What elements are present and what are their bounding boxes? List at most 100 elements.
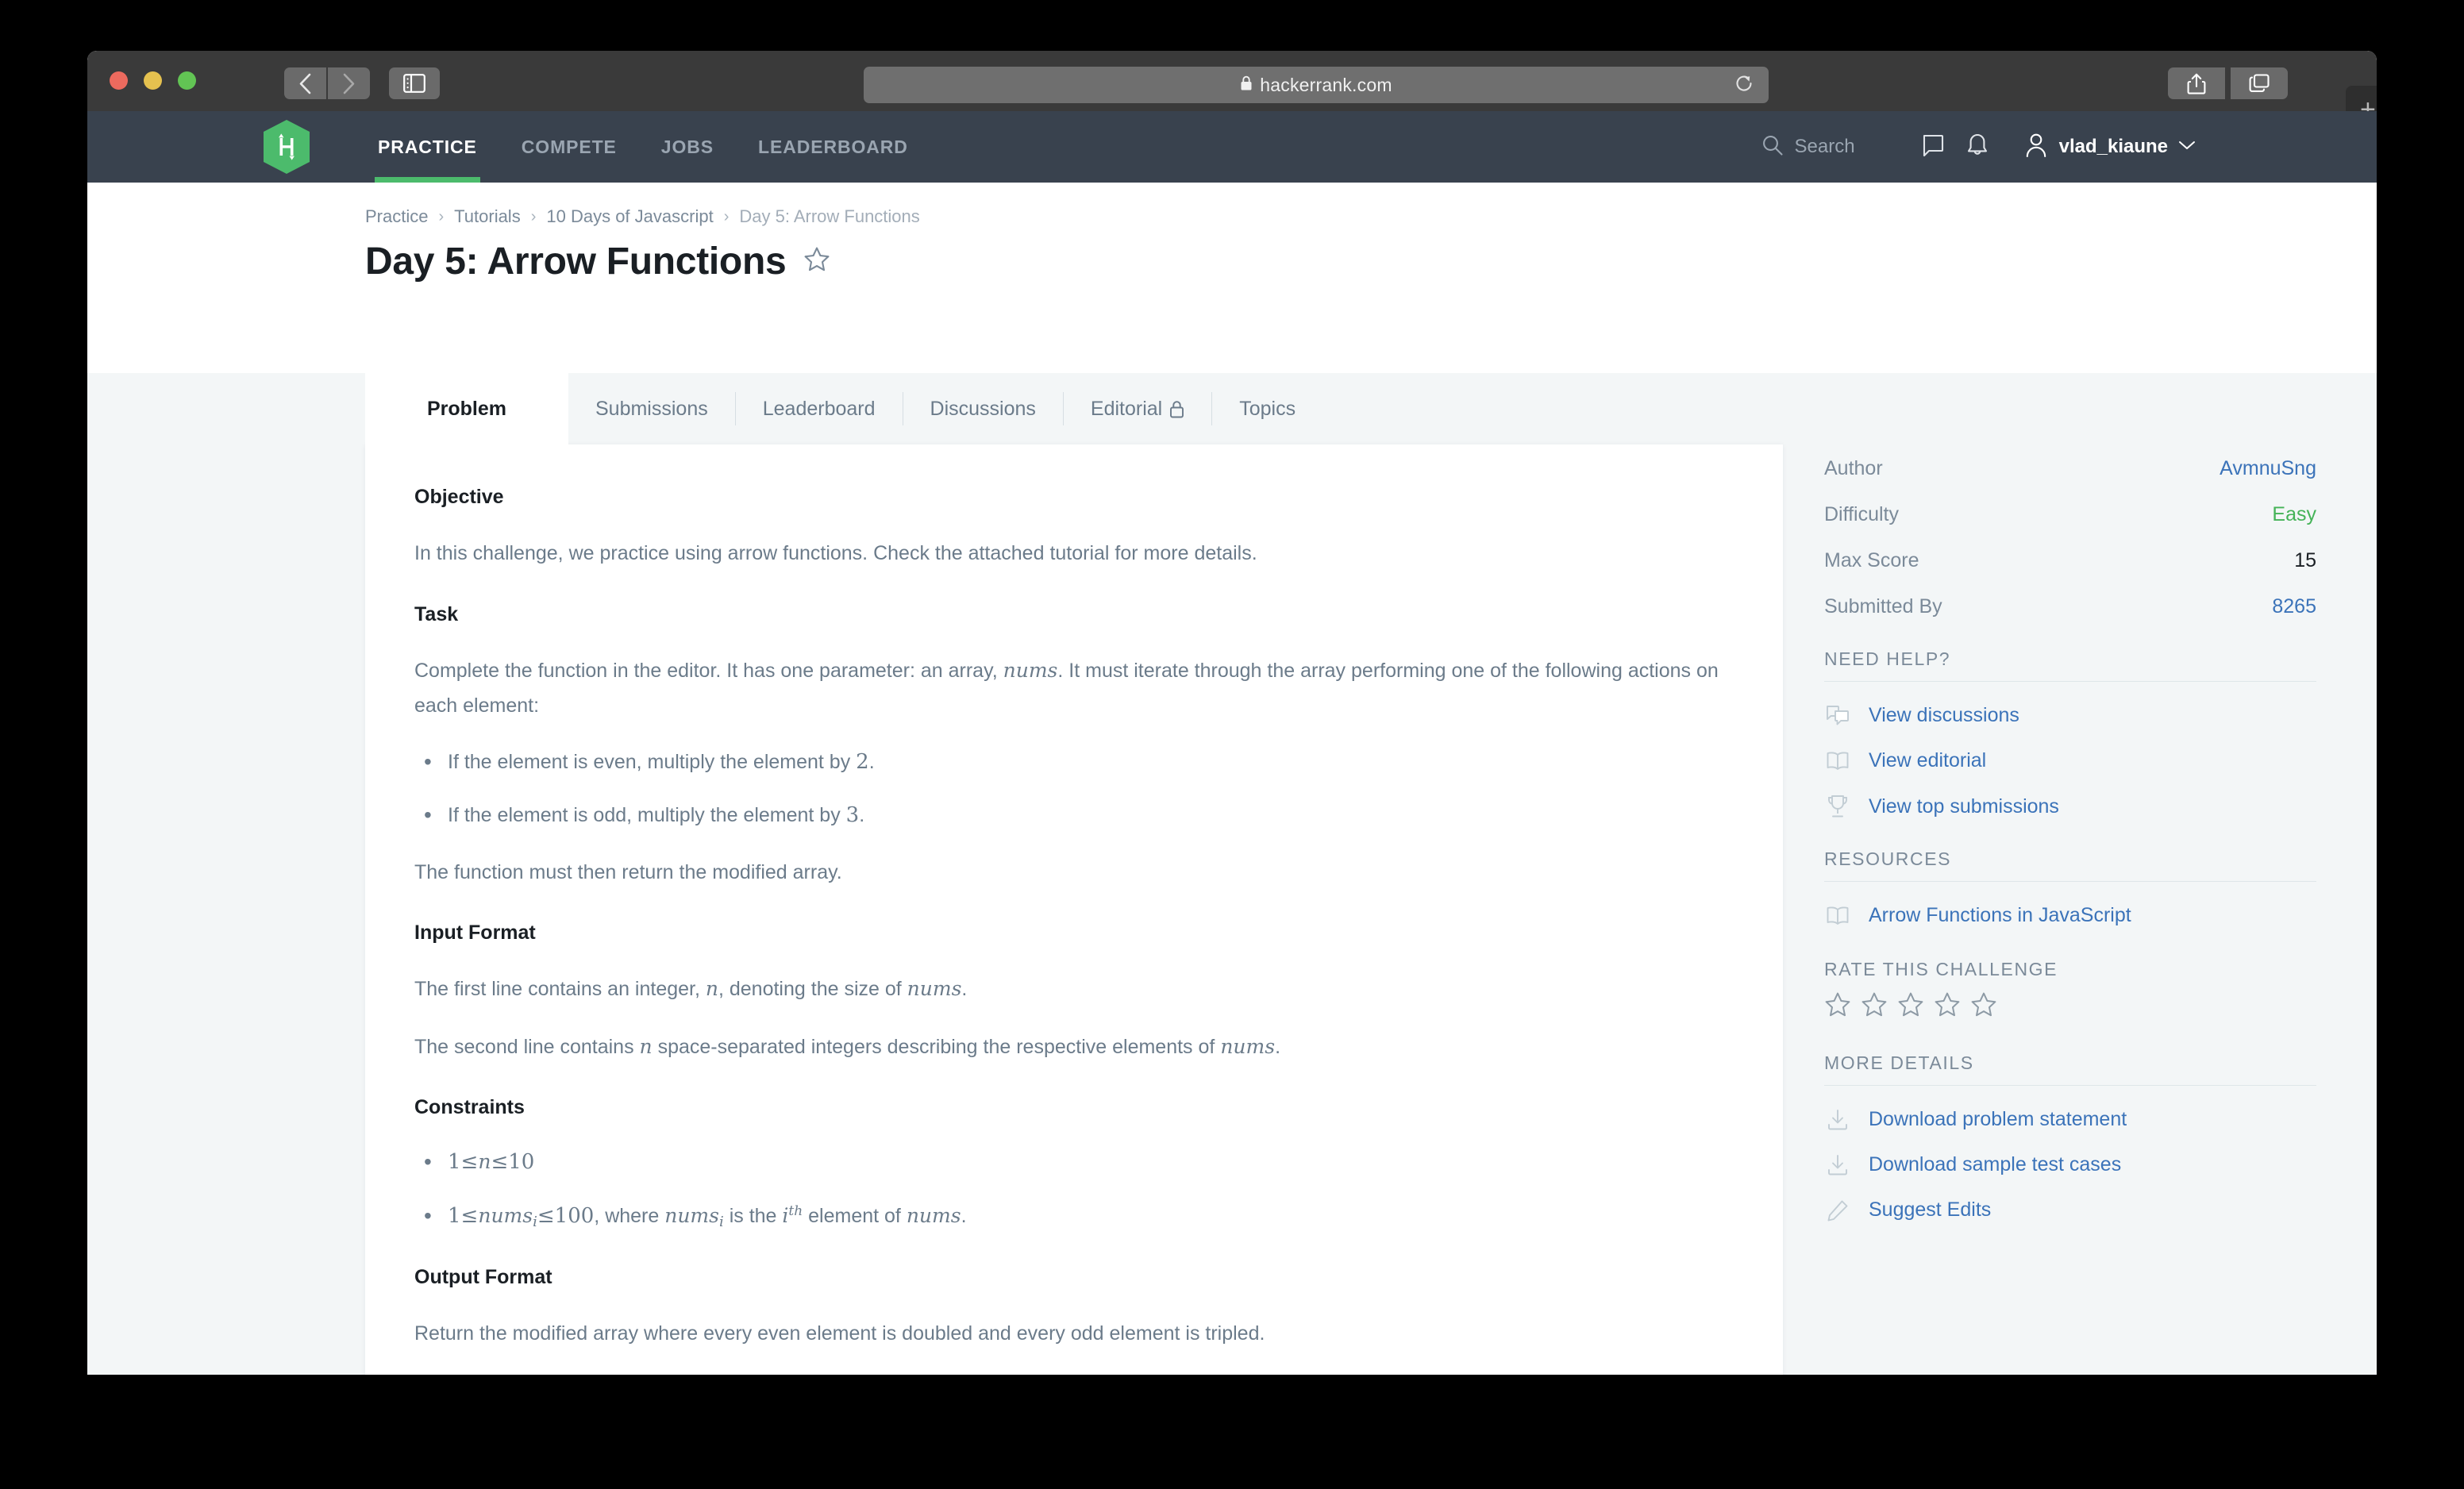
c2-tail-d: . — [961, 1204, 967, 1227]
discussions-icon — [1824, 705, 1851, 727]
c2-tail-b: is the — [723, 1204, 783, 1227]
tab-leaderboard-label: Leaderboard — [762, 397, 876, 420]
input-1-var-n: n — [705, 977, 718, 1001]
nav-link-jobs[interactable]: JOBS — [639, 111, 736, 183]
c2-le2: ≤ — [537, 1203, 555, 1228]
c2-le1: ≤ — [460, 1203, 479, 1228]
input-line-2: The second line contains n space-separat… — [414, 1029, 1734, 1065]
c1-low: 1 — [448, 1150, 461, 1175]
window-controls — [110, 71, 196, 90]
link-view-discussions-label: View discussions — [1869, 704, 2019, 726]
tab-problem[interactable]: Problem — [365, 373, 568, 444]
messages-button[interactable] — [1911, 125, 1955, 169]
output-format-heading: Output Format — [414, 1265, 552, 1288]
input-2-b: space-separated integers describing the … — [652, 1035, 1221, 1058]
rating-star-3[interactable] — [1897, 991, 1924, 1022]
back-button[interactable] — [284, 67, 326, 99]
link-view-top-submissions-label: View top submissions — [1869, 795, 2059, 818]
hackerrank-logo[interactable] — [264, 120, 310, 174]
rate-this-challenge-heading: RATE THIS CHALLENGE — [1824, 959, 2058, 979]
rating-star-5[interactable] — [1970, 991, 1997, 1022]
link-download-sample-test-cases-label: Download sample test cases — [1869, 1153, 2122, 1175]
tab-editorial-label: Editorial — [1090, 397, 1163, 420]
more-details-heading: MORE DETAILS — [1824, 1052, 2316, 1086]
address-bar[interactable]: hackerrank.com — [864, 67, 1769, 103]
link-download-problem-statement[interactable]: Download problem statement — [1824, 1108, 2316, 1131]
sidebar-toggle-icon — [403, 74, 425, 93]
show-tab-overview-button[interactable] — [2231, 67, 2288, 99]
constraints-list: 1≤n≤10 1≤numsi≤100, where numsi is the i… — [414, 1145, 1734, 1233]
forward-button[interactable] — [328, 67, 370, 99]
search-input[interactable]: Search — [1761, 134, 1855, 160]
share-icon — [2187, 73, 2206, 94]
rating-star-1[interactable] — [1824, 991, 1851, 1022]
book-icon — [1824, 906, 1851, 926]
user-menu[interactable]: vlad_kiaune — [2023, 132, 2196, 163]
c2-tail-c: element of — [803, 1204, 907, 1227]
search-icon — [1761, 134, 1784, 160]
breadcrumb-item-practice[interactable]: Practice — [365, 206, 428, 227]
meta-value-author[interactable]: AvmnuSng — [2220, 457, 2316, 480]
link-view-editorial[interactable]: View editorial — [1824, 749, 2316, 772]
minimize-window-button[interactable] — [144, 71, 162, 90]
output-format-paragraph: Return the modified array where every ev… — [414, 1322, 1265, 1345]
objective-paragraph: In this challenge, we practice using arr… — [414, 542, 1257, 564]
chevron-down-icon — [2178, 140, 2196, 155]
link-download-sample-test-cases[interactable]: Download sample test cases — [1824, 1153, 2316, 1176]
tab-discussions[interactable]: Discussions — [903, 373, 1063, 444]
bookmark-star-button[interactable] — [803, 246, 830, 277]
title-row: Day 5: Arrow Functions — [365, 240, 2377, 283]
meta-value-submitted-by[interactable]: 8265 — [2272, 595, 2316, 618]
trophy-icon — [1824, 795, 1851, 818]
c2-tail-sup: th — [788, 1202, 803, 1219]
site-navbar: PRACTICE COMPETE JOBS LEADERBOARD Search — [87, 111, 2377, 183]
meta-row-difficulty: Difficulty Easy — [1824, 503, 2316, 526]
problem-statement-card: Objective In this challenge, we practice… — [365, 444, 1783, 1375]
tab-topics[interactable]: Topics — [1212, 373, 1322, 444]
page-title: Day 5: Arrow Functions — [365, 240, 787, 283]
nav-link-practice[interactable]: PRACTICE — [356, 111, 499, 183]
c1-high: 10 — [508, 1150, 535, 1175]
notifications-button[interactable] — [1955, 125, 2000, 169]
book-icon — [1824, 751, 1851, 771]
tab-leaderboard[interactable]: Leaderboard — [736, 373, 903, 444]
nav-link-leaderboard[interactable]: LEADERBOARD — [736, 111, 930, 183]
task-bullet-list: If the element is even, multiply the ele… — [414, 744, 1734, 833]
input-format-heading: Input Format — [414, 921, 536, 945]
rating-star-2[interactable] — [1861, 991, 1888, 1022]
link-arrow-functions-in-javascript[interactable]: Arrow Functions in JavaScript — [1824, 904, 2316, 927]
rating-star-4[interactable] — [1934, 991, 1961, 1022]
c2-tail-a: , where — [594, 1204, 665, 1227]
link-view-editorial-label: View editorial — [1869, 749, 1987, 771]
tab-overview-icon — [2249, 74, 2270, 93]
link-view-top-submissions[interactable]: View top submissions — [1824, 795, 2316, 818]
tab-editorial[interactable]: Editorial — [1064, 373, 1211, 444]
lock-icon — [1169, 400, 1184, 418]
tab-submissions[interactable]: Submissions — [568, 373, 735, 444]
maximize-window-button[interactable] — [178, 71, 196, 90]
search-placeholder-text: Search — [1794, 136, 1855, 157]
pencil-icon — [1824, 1199, 1851, 1222]
reload-button[interactable] — [1732, 73, 1756, 97]
task-heading: Task — [414, 602, 459, 625]
hackerrank-app: PRACTICE COMPETE JOBS LEADERBOARD Search — [87, 111, 2377, 1375]
need-help-heading: NEED HELP? — [1824, 648, 2316, 682]
nav-link-compete[interactable]: COMPETE — [499, 111, 639, 183]
meta-row-submitted-by: Submitted By 8265 — [1824, 595, 2316, 618]
breadcrumb-item-tutorials[interactable]: Tutorials — [454, 206, 521, 227]
sidebar-toggle-button[interactable] — [389, 67, 440, 99]
c2-tail-var: nums — [664, 1203, 719, 1227]
breadcrumb-item-10-days-of-javascript[interactable]: 10 Days of Javascript — [546, 206, 713, 227]
browser-titlebar: hackerrank.com + — [87, 51, 2377, 133]
main-row: Objective In this challenge, we practice… — [365, 444, 2377, 1375]
share-button[interactable] — [2168, 67, 2225, 99]
input-2-a: The second line contains — [414, 1035, 640, 1058]
chat-bubble-icon — [1920, 133, 1946, 162]
chevron-right-icon — [342, 73, 356, 94]
close-window-button[interactable] — [110, 71, 128, 90]
link-view-discussions[interactable]: View discussions — [1824, 704, 2316, 727]
input-1-a: The first line contains an integer, — [414, 978, 706, 1001]
list-item: If the element is odd, multiply the elem… — [414, 798, 1734, 833]
link-suggest-edits[interactable]: Suggest Edits — [1824, 1199, 2316, 1222]
c2-high: 100 — [554, 1203, 595, 1228]
